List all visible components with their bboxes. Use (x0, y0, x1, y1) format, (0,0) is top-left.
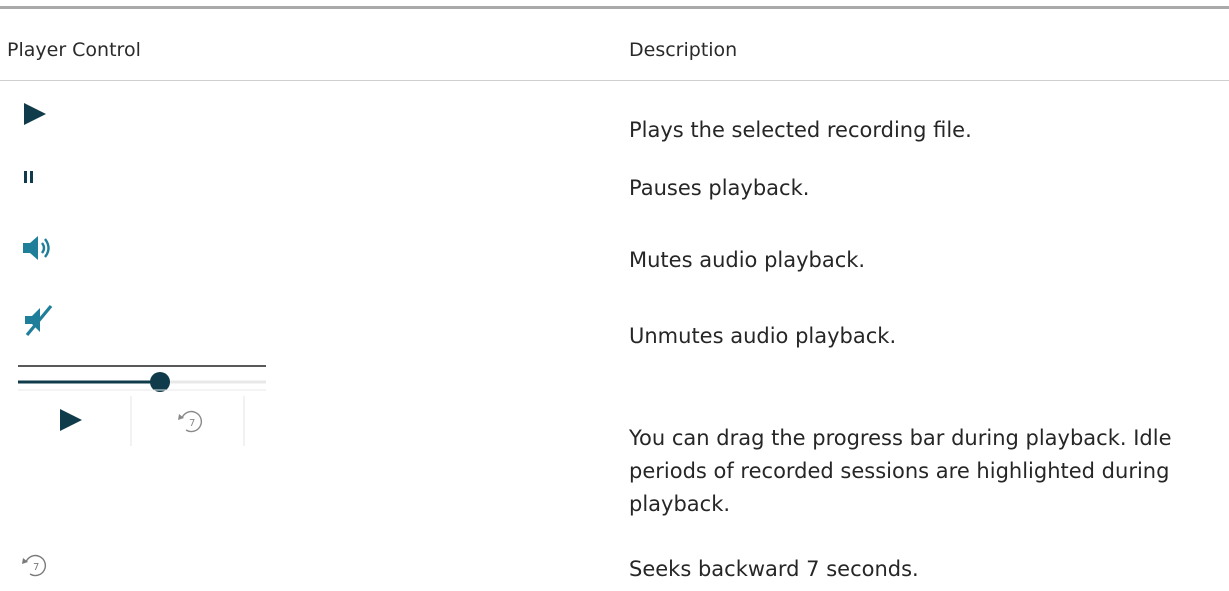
seek-back-7-icon[interactable]: 7 (16, 550, 52, 580)
seek-back-label: 7 (33, 562, 39, 573)
row-description-progress-bar: You can drag the progress bar during pla… (629, 426, 1172, 516)
row-description-mute: Mutes audio playback. (629, 248, 866, 272)
row-description-pause: Pauses playback. (629, 176, 810, 200)
row-description-unmute: Unmutes audio playback. (629, 324, 897, 348)
header-divider (0, 80, 1229, 81)
muted-volume-icon[interactable] (23, 302, 55, 338)
progress-bar-widget[interactable] (18, 364, 268, 454)
progress-widget-seek-label: 7 (189, 418, 195, 429)
table-top-rule (0, 6, 1229, 9)
pause-icon[interactable] (23, 169, 35, 185)
volume-icon[interactable] (21, 233, 53, 263)
play-icon[interactable] (22, 101, 48, 127)
row-description-seek-back: Seeks backward 7 seconds. (629, 557, 919, 581)
column-header-description: Description (629, 39, 738, 61)
progress-widget-seek-back-7-icon[interactable]: 7 (172, 405, 208, 437)
column-header-player-control: Player Control (7, 39, 141, 61)
row-description-play: Plays the selected recording file. (629, 118, 972, 142)
